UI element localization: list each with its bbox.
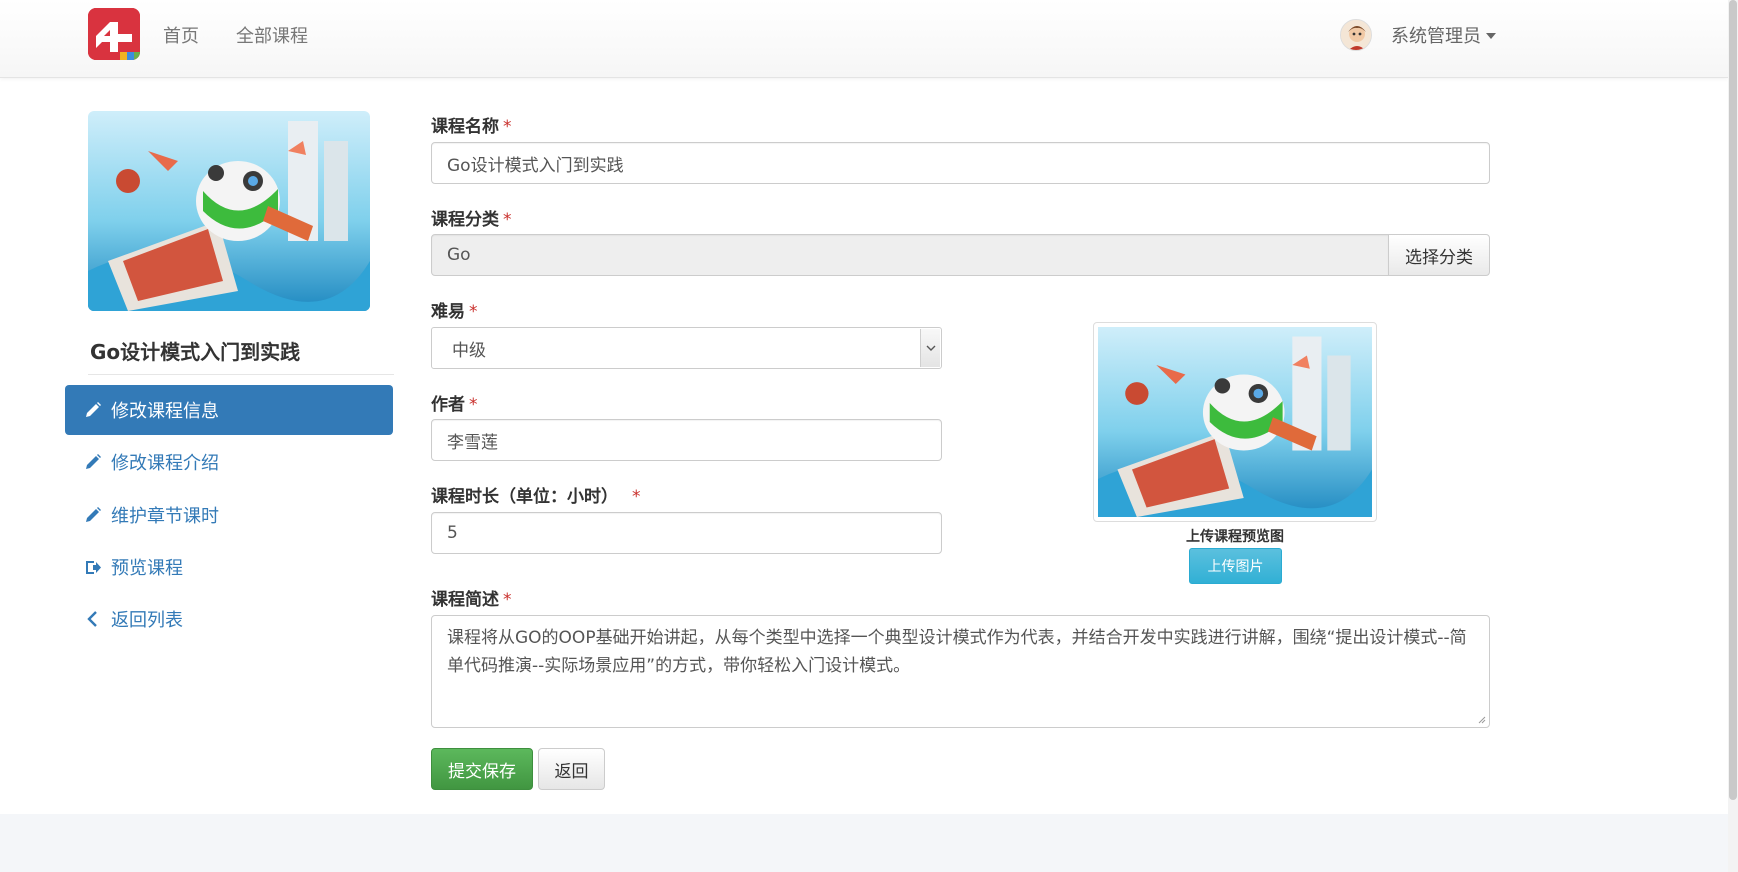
chevron-down-icon[interactable] bbox=[920, 329, 940, 367]
sidebar-item-label: 预览课程 bbox=[111, 558, 183, 579]
author-label: 作者 * bbox=[431, 395, 478, 415]
difficulty-selected-value: 中级 bbox=[452, 340, 486, 361]
scrollbar-thumb[interactable] bbox=[1729, 0, 1737, 800]
upload-image-button[interactable]: 上传图片 bbox=[1189, 548, 1282, 584]
app-logo-icon[interactable] bbox=[88, 8, 140, 60]
author-input[interactable]: 李雪莲 bbox=[431, 419, 942, 461]
duration-label: 课程时长（单位：小时） * bbox=[431, 487, 641, 507]
select-category-button[interactable]: 选择分类 bbox=[1388, 234, 1490, 276]
pencil-icon bbox=[83, 452, 103, 472]
user-avatar[interactable] bbox=[1340, 19, 1372, 51]
sidebar-item-label: 修改课程介绍 bbox=[111, 453, 219, 474]
course-name-input[interactable]: Go设计模式入门到实践 bbox=[431, 142, 1490, 184]
vertical-scrollbar[interactable] bbox=[1728, 0, 1738, 872]
submit-save-button[interactable]: 提交保存 bbox=[431, 748, 533, 790]
course-category-input[interactable]: Go bbox=[431, 234, 1389, 276]
sidebar-item-maintain-chapters[interactable]: 维护章节课时 bbox=[65, 490, 393, 540]
required-marker: * bbox=[503, 210, 512, 230]
summary-label: 课程简述 * bbox=[431, 590, 512, 610]
summary-text: 课程将从GO的OOP基础开始讲起，从每个类型中选择一个典型设计模式作为代表，并结… bbox=[447, 628, 1467, 676]
pencil-icon bbox=[83, 505, 103, 525]
required-marker: * bbox=[503, 590, 512, 610]
required-marker: * bbox=[469, 395, 478, 415]
course-preview-image bbox=[1098, 327, 1372, 517]
difficulty-select[interactable]: 中级 bbox=[431, 327, 942, 369]
sidebar-item-edit-course-info[interactable]: 修改课程信息 bbox=[65, 385, 393, 435]
course-preview-image-frame bbox=[1093, 322, 1377, 522]
sidebar-item-back-to-list[interactable]: 返回列表 bbox=[65, 594, 393, 644]
page-footer-band bbox=[0, 814, 1728, 872]
nav-link-home[interactable]: 首页 bbox=[163, 22, 199, 48]
nav-link-all-courses[interactable]: 全部课程 bbox=[236, 22, 308, 48]
chevron-left-icon bbox=[83, 609, 103, 629]
sidebar-divider bbox=[88, 374, 394, 375]
sidebar-item-preview-course[interactable]: 预览课程 bbox=[65, 542, 393, 592]
preview-image-caption: 上传课程预览图 bbox=[1186, 529, 1284, 545]
sidebar-item-label: 修改课程信息 bbox=[111, 401, 219, 422]
difficulty-label: 难易 * bbox=[431, 302, 478, 322]
sidebar-item-edit-course-intro[interactable]: 修改课程介绍 bbox=[65, 437, 393, 487]
required-marker: * bbox=[469, 302, 478, 322]
top-navbar: 首页 全部课程 系统管理员 bbox=[0, 0, 1728, 78]
share-icon bbox=[83, 557, 103, 577]
back-button[interactable]: 返回 bbox=[538, 748, 605, 790]
pencil-icon bbox=[83, 400, 103, 420]
sidebar-item-label: 维护章节课时 bbox=[111, 506, 219, 527]
course-name-label: 课程名称 * bbox=[431, 117, 512, 137]
sidebar-course-title: Go设计模式入门到实践 bbox=[90, 340, 301, 364]
sidebar-item-label: 返回列表 bbox=[111, 610, 183, 631]
duration-input[interactable]: 5 bbox=[431, 512, 942, 554]
required-marker: * bbox=[632, 487, 641, 507]
caret-down-icon[interactable] bbox=[1486, 33, 1496, 39]
course-category-label: 课程分类 * bbox=[431, 210, 512, 230]
course-cover-thumbnail bbox=[88, 111, 370, 311]
resize-grip-icon[interactable] bbox=[1476, 714, 1486, 724]
required-marker: * bbox=[503, 117, 512, 137]
user-menu-name[interactable]: 系统管理员 bbox=[1391, 22, 1481, 48]
summary-textarea[interactable]: 课程将从GO的OOP基础开始讲起，从每个类型中选择一个典型设计模式作为代表，并结… bbox=[431, 615, 1490, 728]
